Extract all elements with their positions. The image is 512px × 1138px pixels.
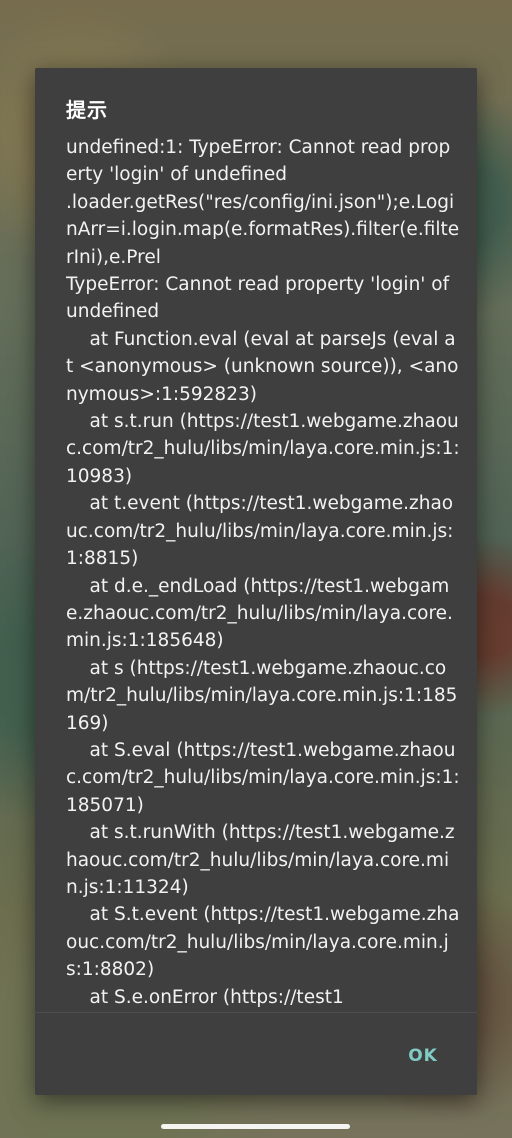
- home-indicator[interactable]: [161, 1124, 350, 1129]
- dialog-message: undefined:1: TypeError: Cannot read prop…: [66, 137, 460, 1008]
- alert-dialog: 提示 undefined:1: TypeError: Cannot read p…: [35, 68, 477, 1095]
- dialog-title: 提示: [66, 98, 108, 122]
- dialog-divider: [35, 1012, 477, 1013]
- ok-button[interactable]: OK: [397, 1038, 449, 1074]
